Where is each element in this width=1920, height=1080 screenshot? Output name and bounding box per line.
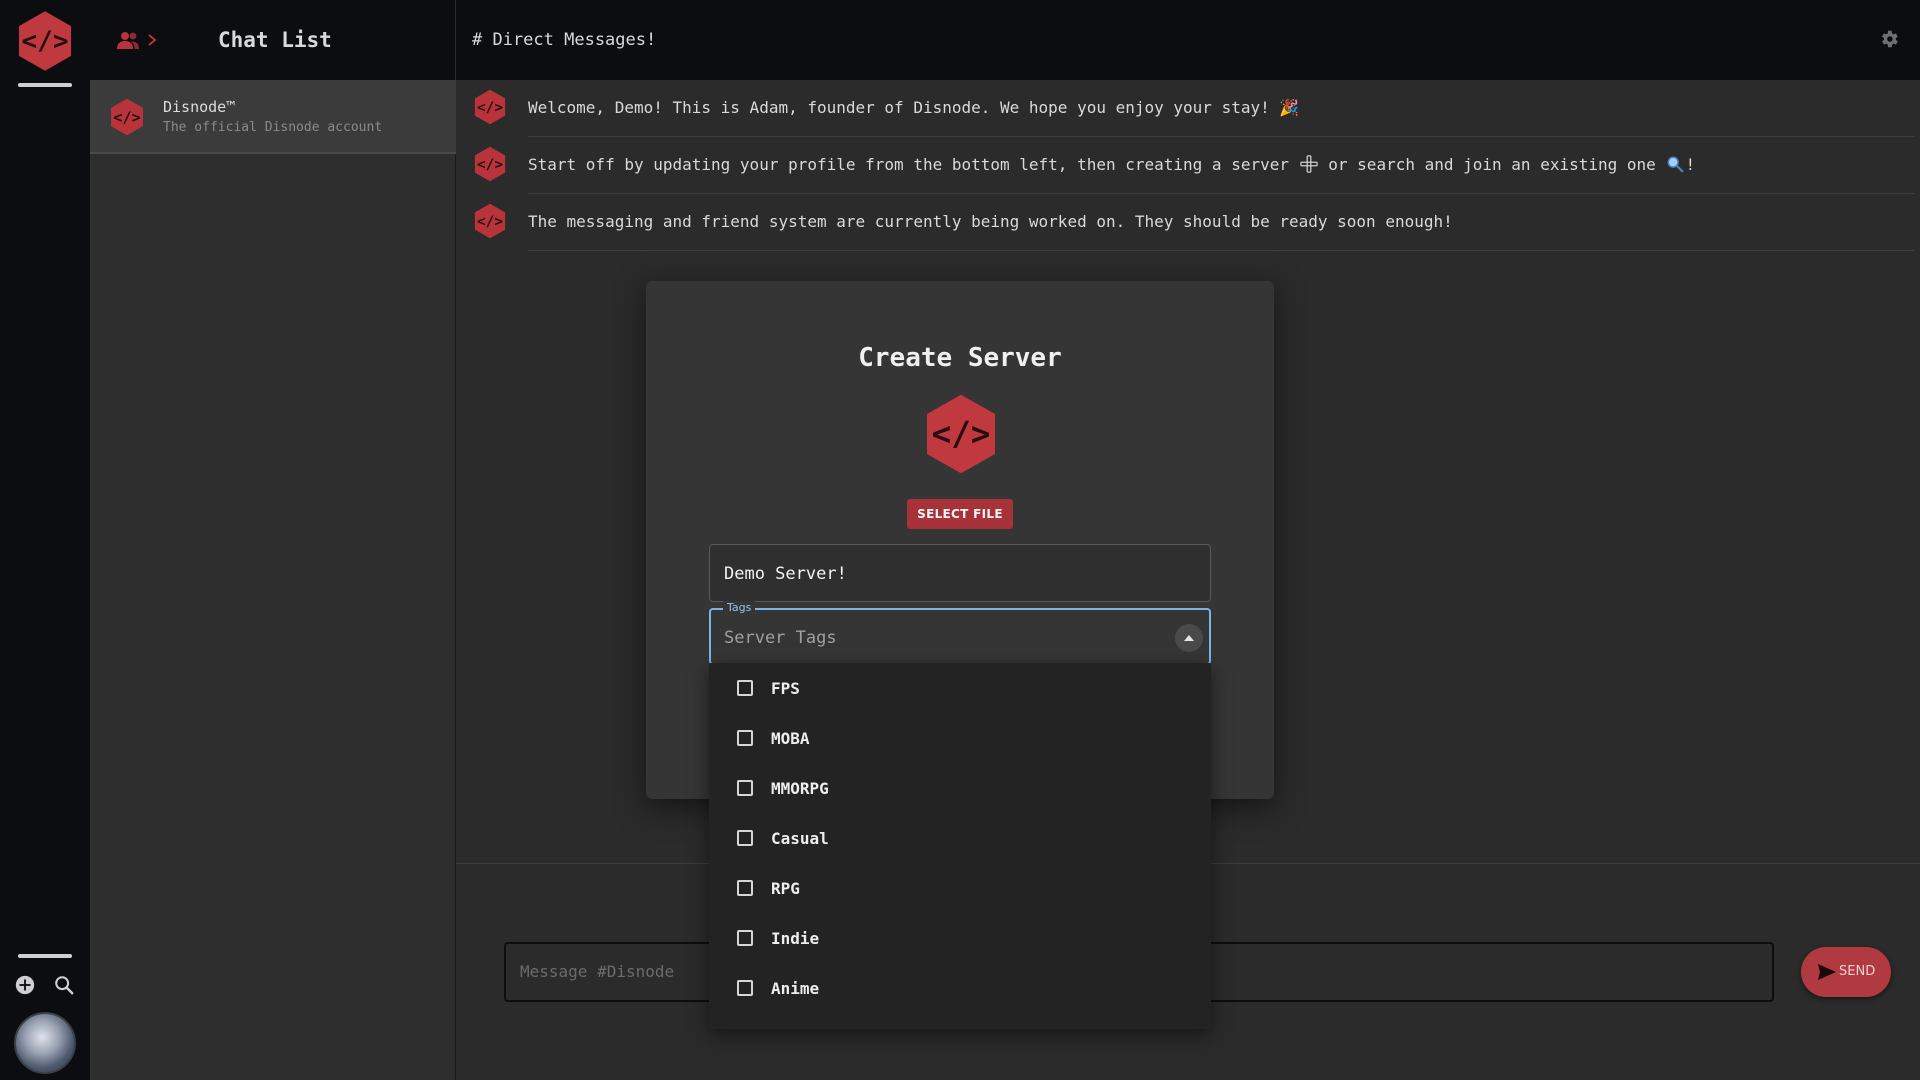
user-avatar[interactable] — [14, 1012, 76, 1074]
add-server-icon[interactable] — [14, 974, 36, 996]
chat-list-title: Chat List — [218, 28, 332, 52]
send-icon — [1818, 964, 1836, 980]
chat-item-name: Disnode™ — [163, 98, 236, 116]
chat-list-panel: Chat List </> Disnode™ The official Disn… — [90, 0, 456, 1080]
select-file-label: SELECT FILE — [917, 507, 1003, 521]
rail-divider — [18, 954, 72, 958]
tags-placeholder: Server Tags — [724, 628, 837, 648]
svg-text:</>: </> — [932, 415, 991, 453]
chevron-right-icon[interactable] — [145, 32, 159, 48]
disnode-avatar-icon[interactable]: </> — [472, 89, 508, 125]
svg-text:</>: </> — [477, 214, 503, 230]
server-name-value: Demo Server! — [724, 564, 847, 584]
server-tags-select[interactable]: Tags Server Tags — [709, 601, 1211, 665]
svg-text:</>: </> — [477, 100, 503, 116]
chat-list-item-disnode[interactable]: </> Disnode™ The official Disnode accoun… — [90, 80, 456, 154]
tags-label: Tags — [723, 601, 756, 614]
message-input-placeholder: Message #Disnode — [520, 962, 675, 981]
message-divider — [528, 250, 1914, 251]
tag-option[interactable]: Casual — [709, 813, 1211, 863]
message-text-part: ! — [1685, 155, 1696, 174]
chat-item-subtitle: The official Disnode account — [163, 120, 383, 135]
message-text-part: or search and join an existing one — [1318, 155, 1656, 174]
checkbox[interactable] — [737, 680, 753, 696]
message-text-part: Start off by updating your profile from … — [528, 155, 1289, 174]
main-header: # Direct Messages! — [456, 0, 1920, 80]
checkbox[interactable] — [737, 930, 753, 946]
checkbox[interactable] — [737, 780, 753, 796]
server-rail: </> — [0, 0, 90, 1080]
message-text: The messaging and friend system are curr… — [528, 212, 1453, 231]
gear-icon[interactable] — [1878, 28, 1900, 50]
message-item: </> The messaging and friend system are … — [456, 194, 1920, 251]
app-root: </> Chat List </> Disnode™ The official … — [0, 0, 1920, 1080]
tag-option-label: MMORPG — [771, 779, 829, 798]
checkbox[interactable] — [737, 830, 753, 846]
tags-dropdown-list: FPS MOBA MMORPG Casual RPG Indie Anime — [709, 663, 1211, 1029]
disnode-avatar-icon[interactable]: </> — [472, 146, 508, 182]
tag-option[interactable]: Indie — [709, 913, 1211, 963]
tag-option[interactable]: RPG — [709, 863, 1211, 913]
server-icon-preview: </> — [926, 394, 996, 474]
disnode-avatar-icon: </> — [111, 98, 143, 136]
caret-up-icon — [1184, 635, 1194, 641]
tag-option-label: Anime — [771, 979, 820, 998]
tags-dropdown-toggle[interactable] — [1175, 624, 1203, 652]
tag-option[interactable]: Anime — [709, 963, 1211, 1013]
message-text: Start off by updating your profile from … — [528, 155, 1695, 174]
message-text: Welcome, Demo! This is Adam, founder of … — [528, 98, 1300, 117]
plus-emoji-icon — [1299, 155, 1318, 173]
svg-text:</>: </> — [21, 27, 68, 57]
send-label: SEND — [1839, 964, 1876, 979]
rail-divider — [18, 83, 72, 87]
magnifier-emoji-icon — [1667, 156, 1684, 173]
tag-option[interactable]: MMORPG — [709, 763, 1211, 813]
send-button[interactable]: SEND — [1801, 947, 1891, 997]
tag-option-label: FPS — [771, 679, 800, 698]
select-file-button[interactable]: SELECT FILE — [907, 499, 1013, 529]
channel-title: # Direct Messages! — [472, 30, 657, 50]
disnode-avatar-icon[interactable]: </> — [472, 203, 508, 239]
search-icon[interactable] — [53, 974, 75, 996]
message-item: </> Welcome, Demo! This is Adam, founder… — [456, 80, 1920, 137]
friends-icon[interactable] — [116, 30, 140, 50]
checkbox[interactable] — [737, 980, 753, 996]
message-item: </> Start off by updating your profile f… — [456, 137, 1920, 194]
disnode-logo-icon[interactable]: </> — [14, 10, 76, 72]
tag-option[interactable]: MOBA — [709, 713, 1211, 763]
checkbox[interactable] — [737, 730, 753, 746]
modal-title: Create Server — [858, 343, 1062, 373]
svg-text:</>: </> — [113, 108, 140, 126]
tag-option-label: RPG — [771, 879, 800, 898]
tag-option-label: Indie — [771, 929, 820, 948]
tag-option-label: Casual — [771, 829, 829, 848]
tag-option-label: MOBA — [771, 729, 810, 748]
checkbox[interactable] — [737, 880, 753, 896]
server-name-field[interactable]: Demo Server! — [709, 544, 1211, 602]
tag-option[interactable]: FPS — [709, 663, 1211, 713]
svg-text:</>: </> — [477, 157, 503, 173]
chat-list-header: Chat List — [90, 0, 456, 80]
